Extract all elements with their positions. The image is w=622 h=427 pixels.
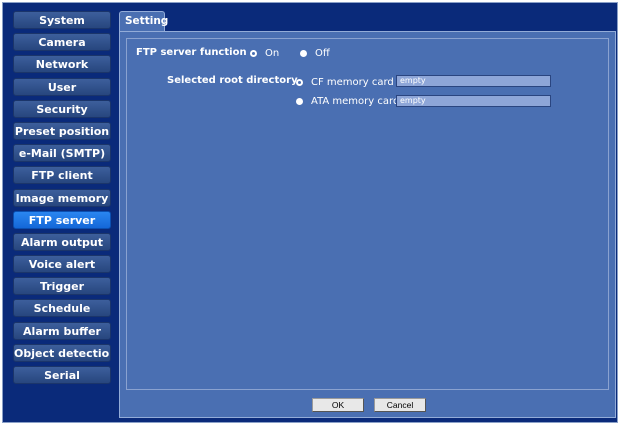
sidebar-item-alarm-output[interactable]: Alarm output	[13, 232, 111, 251]
sidebar-item-network[interactable]: Network	[13, 55, 111, 74]
settings-content: FTP server function On Off Selected root…	[126, 38, 609, 390]
ftp-on-label: On	[265, 48, 280, 59]
sidebar-item-voice-alert[interactable]: Voice alert	[13, 255, 111, 274]
cf-card-label: CF memory card	[311, 77, 394, 88]
ftp-on-radio[interactable]: On	[250, 48, 279, 59]
sidebar-item-camera[interactable]: Camera	[13, 33, 111, 52]
radio-selected-icon	[296, 79, 303, 86]
sidebar-item-schedule[interactable]: Schedule	[13, 299, 111, 318]
cf-card-radio[interactable]: CF memory card	[296, 77, 394, 88]
tab-setting[interactable]: Setting	[119, 11, 168, 32]
sidebar-item-image-memory[interactable]: Image memory	[13, 188, 111, 207]
ata-card-status-field: empty	[396, 95, 551, 107]
sidebar-item-preset-position[interactable]: Preset position	[13, 121, 111, 140]
ok-button[interactable]: OK	[312, 398, 364, 412]
sidebar-menu: System Camera Network User Security Pres…	[13, 11, 111, 388]
sidebar-item-ftp-client[interactable]: FTP client	[13, 166, 111, 185]
ata-card-radio[interactable]: ATA memory card	[296, 96, 399, 107]
sidebar-item-object-detection[interactable]: Object detection	[13, 343, 111, 362]
ata-card-label: ATA memory card	[311, 96, 400, 107]
sidebar-item-trigger[interactable]: Trigger	[13, 277, 111, 296]
sidebar-item-security[interactable]: Security	[13, 99, 111, 118]
sidebar-item-ftp-server[interactable]: FTP server	[13, 210, 111, 229]
root-dir-label: Selected root directory	[167, 75, 298, 86]
sidebar-item-email-smtp[interactable]: e-Mail (SMTP)	[13, 144, 111, 163]
ftp-function-label: FTP server function	[136, 47, 247, 58]
ftp-off-radio[interactable]: Off	[300, 48, 330, 59]
sidebar-item-alarm-buffer[interactable]: Alarm buffer	[13, 321, 111, 340]
sidebar-item-serial[interactable]: Serial	[13, 366, 111, 384]
sidebar-item-system[interactable]: System	[13, 11, 111, 29]
sidebar-item-user[interactable]: User	[13, 77, 111, 96]
cancel-button[interactable]: Cancel	[374, 398, 426, 412]
settings-panel: FTP server function On Off Selected root…	[119, 31, 616, 418]
radio-unselected-icon	[296, 98, 303, 105]
radio-selected-icon	[250, 50, 257, 57]
ftp-off-label: Off	[315, 48, 330, 59]
radio-unselected-icon	[300, 50, 307, 57]
cf-card-status-field: empty	[396, 75, 551, 87]
